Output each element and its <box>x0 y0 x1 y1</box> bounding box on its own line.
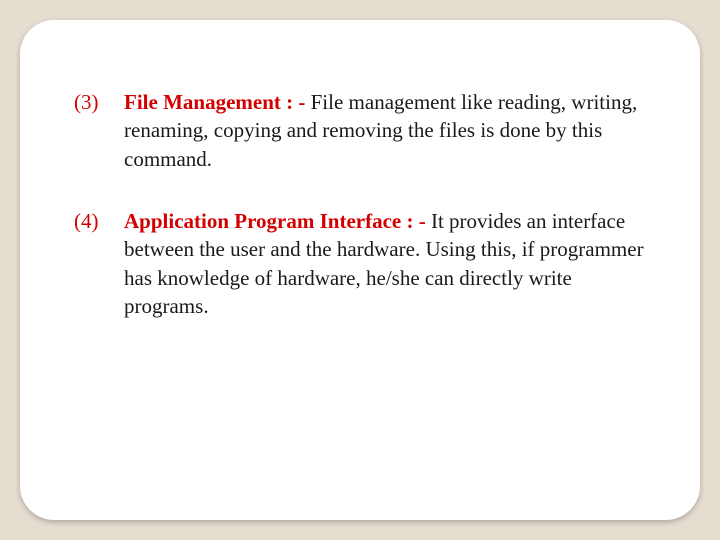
item-number: (3) <box>74 88 124 116</box>
item-heading: File Management <box>124 90 281 114</box>
slide-card: (3) File Management : - File management … <box>20 20 700 520</box>
item-number: (4) <box>74 207 124 235</box>
list-item: (3) File Management : - File management … <box>74 88 646 173</box>
item-body: File Management : - File management like… <box>124 88 646 173</box>
item-separator: : - <box>281 90 306 114</box>
slide-background: (3) File Management : - File management … <box>0 0 720 540</box>
item-heading: Application Program Interface <box>124 209 401 233</box>
item-separator: : - <box>401 209 426 233</box>
item-body: Application Program Interface : - It pro… <box>124 207 646 320</box>
list-item: (4) Application Program Interface : - It… <box>74 207 646 320</box>
